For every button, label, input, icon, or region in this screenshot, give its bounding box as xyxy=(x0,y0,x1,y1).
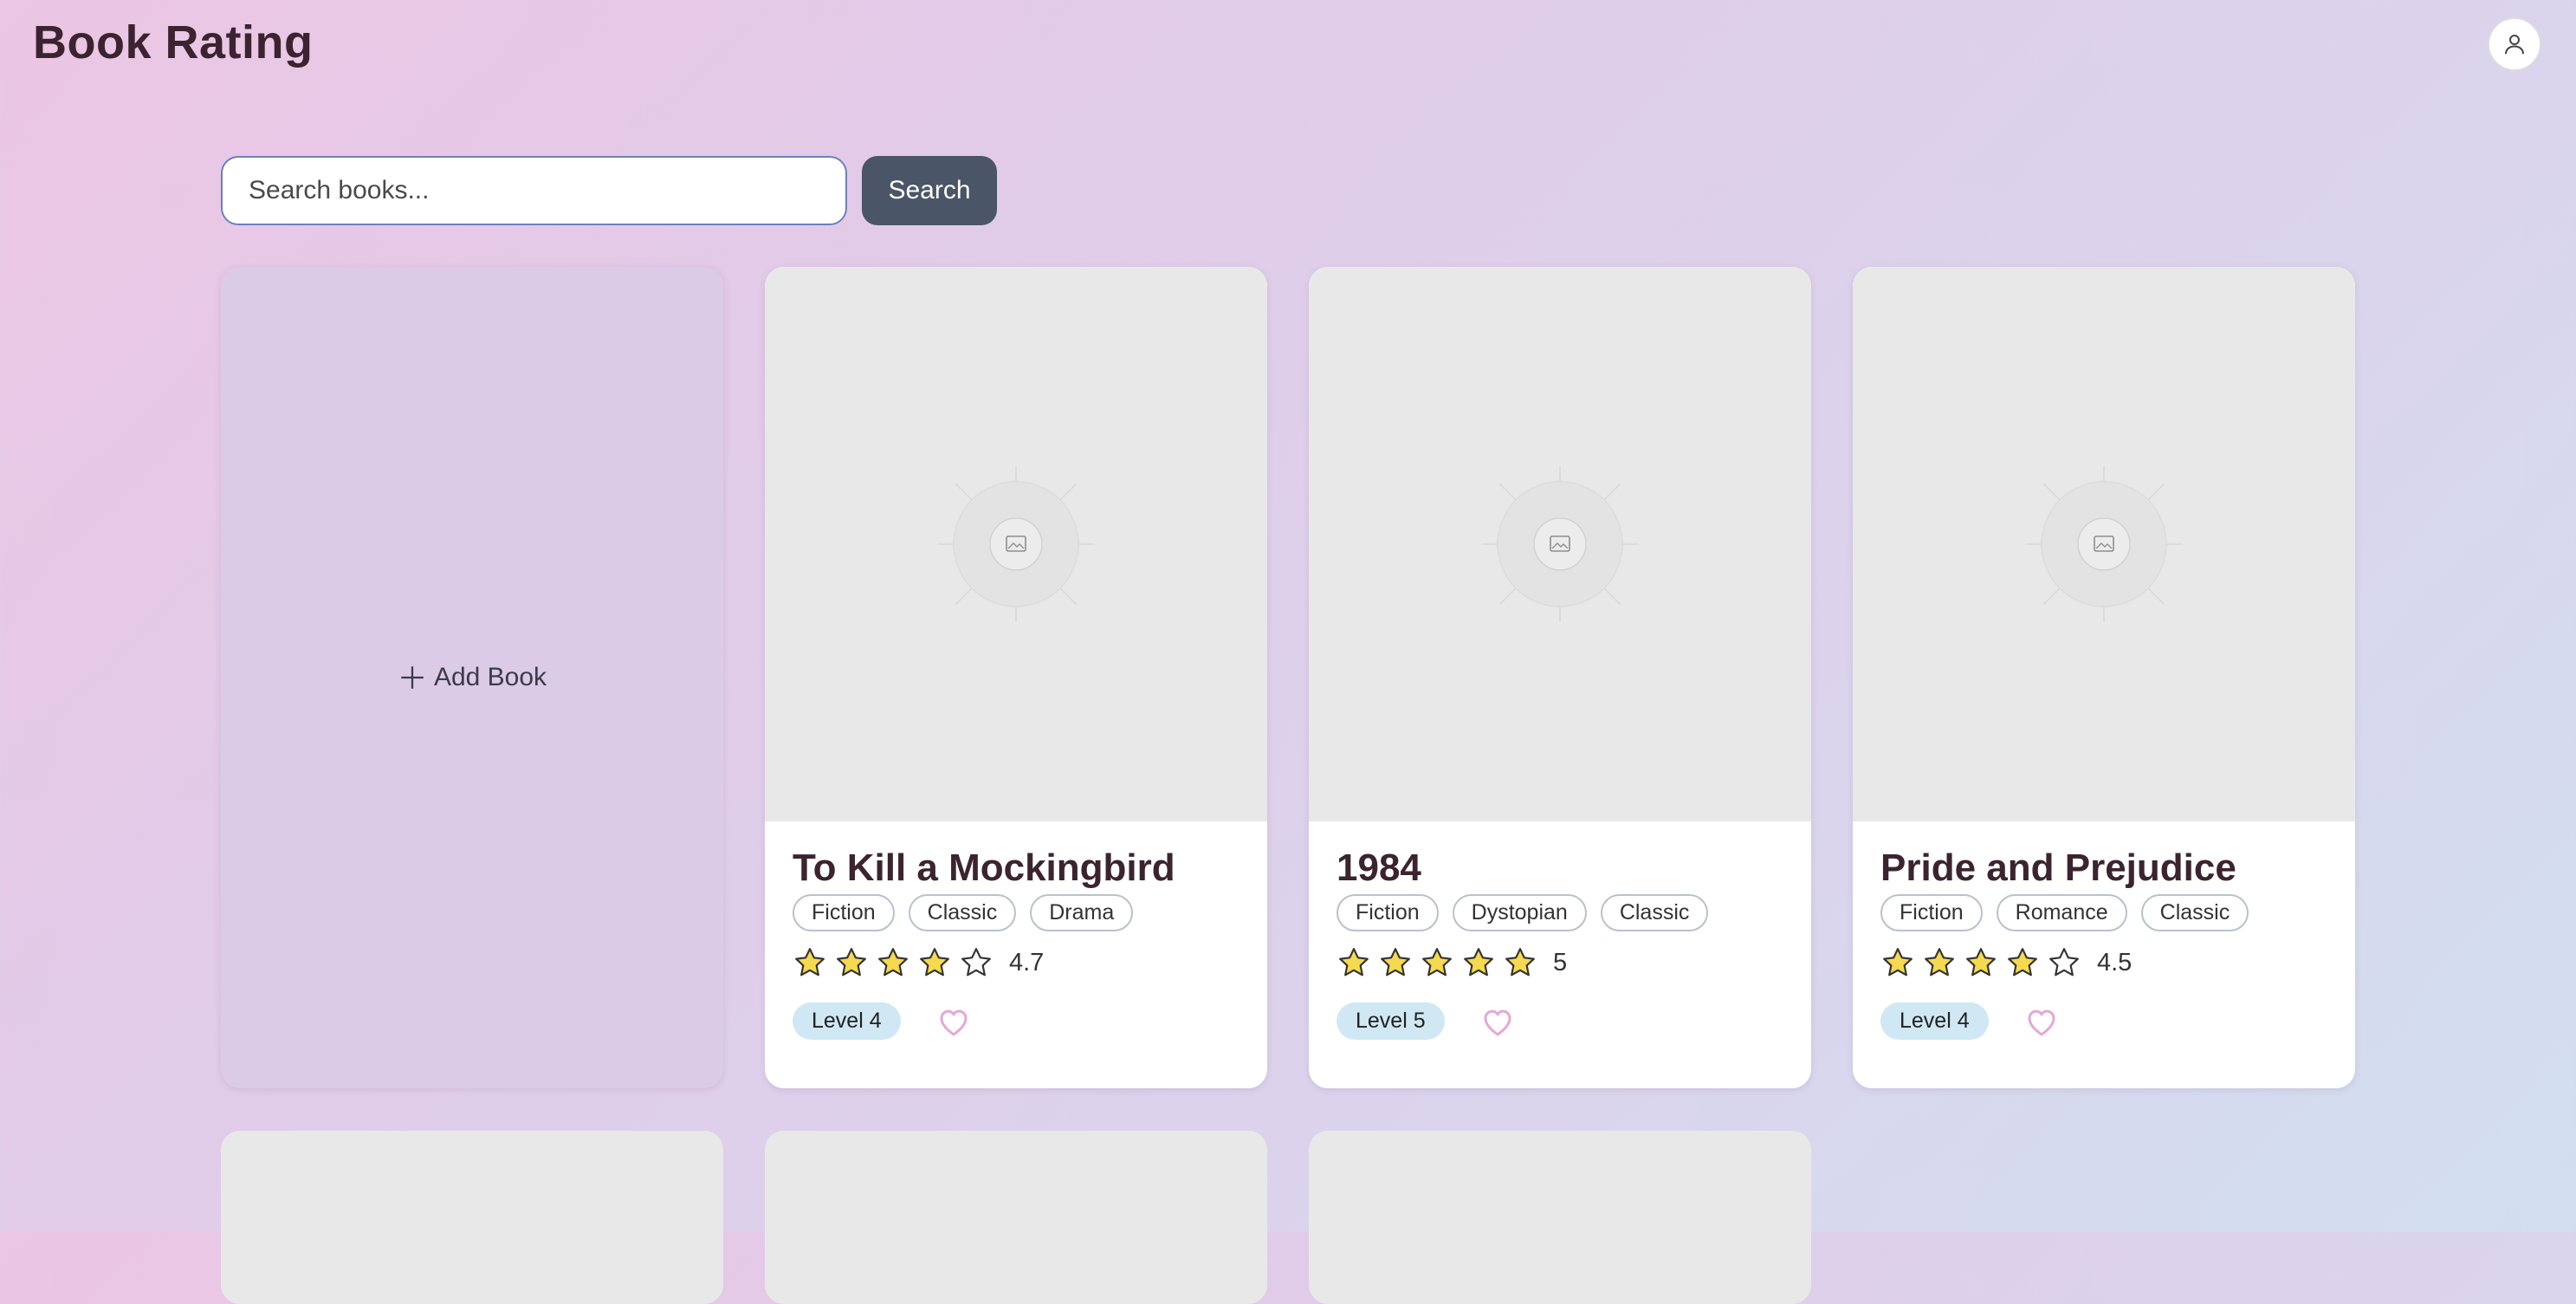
heart-icon[interactable] xyxy=(1479,1003,1516,1040)
star-empty-icon[interactable] xyxy=(2047,945,2081,980)
book-card[interactable]: 1984 Fiction Dystopian Classic 5 Level 5 xyxy=(1309,267,1811,1088)
genre-tag: Classic xyxy=(1600,894,1709,932)
genre-tag: Fiction xyxy=(1880,894,1983,932)
tag-list: Fiction Romance Classic xyxy=(1880,894,2327,932)
level-badge: Level 4 xyxy=(1880,1002,1989,1041)
add-book-card[interactable]: Add Book xyxy=(221,267,723,1088)
add-book-label: Add Book xyxy=(433,663,547,691)
book-card[interactable]: Pride and Prejudice Fiction Romance Classic… xyxy=(1853,267,2355,1088)
level-badge: Level 5 xyxy=(1337,1002,1445,1041)
plus-icon xyxy=(401,666,424,689)
image-placeholder-icon xyxy=(938,466,1094,622)
genre-tag: Romance xyxy=(1996,894,2127,932)
book-title: To Kill a Mockingbird xyxy=(793,847,1175,889)
image-placeholder-icon xyxy=(2026,466,2182,622)
star-filled-icon[interactable] xyxy=(834,945,869,980)
page-title: Book Rating xyxy=(33,16,314,68)
genre-tag: Classic xyxy=(2140,894,2249,932)
book-card[interactable]: To Kill a Mockingbird Fiction Classic Drama… xyxy=(765,267,1267,1088)
star-filled-icon[interactable] xyxy=(876,945,910,980)
book-cover xyxy=(1309,267,1811,821)
book-cover xyxy=(1853,267,2355,821)
rating-value: 4.7 xyxy=(1009,948,1045,976)
star-filled-icon[interactable] xyxy=(1420,945,1454,980)
tag-list: Fiction Dystopian Classic xyxy=(1337,894,1783,932)
star-filled-icon[interactable] xyxy=(1922,945,1957,980)
star-rating[interactable]: 4.5 xyxy=(1880,945,2327,980)
rating-value: 4.5 xyxy=(2097,948,2133,976)
star-rating[interactable]: 4.7 xyxy=(793,945,1239,980)
star-filled-icon[interactable] xyxy=(1378,945,1413,980)
genre-tag: Fiction xyxy=(1337,894,1439,932)
book-cover xyxy=(765,267,1267,821)
star-filled-icon[interactable] xyxy=(1461,945,1496,980)
heart-icon[interactable] xyxy=(935,1003,972,1040)
star-filled-icon[interactable] xyxy=(2005,945,2040,980)
book-card-partial[interactable] xyxy=(765,1131,1267,1304)
star-filled-icon[interactable] xyxy=(1503,945,1537,980)
star-filled-icon[interactable] xyxy=(1964,945,1998,980)
genre-tag: Classic xyxy=(908,894,1017,932)
level-badge: Level 4 xyxy=(793,1002,901,1041)
star-rating[interactable]: 5 xyxy=(1337,945,1783,980)
star-filled-icon[interactable] xyxy=(1337,945,1371,980)
heart-icon[interactable] xyxy=(2023,1003,2060,1040)
search-button[interactable]: Search xyxy=(862,156,997,225)
genre-tag: Fiction xyxy=(793,894,895,932)
book-title: Pride and Prejudice xyxy=(1880,847,2236,889)
star-filled-icon[interactable] xyxy=(793,945,827,980)
user-icon xyxy=(2505,35,2524,55)
search-input[interactable] xyxy=(221,156,847,225)
star-filled-icon[interactable] xyxy=(917,945,952,980)
star-empty-icon[interactable] xyxy=(959,945,994,980)
rating-value: 5 xyxy=(1553,948,1568,976)
genre-tag: Drama xyxy=(1030,894,1134,932)
genre-tag: Dystopian xyxy=(1452,894,1587,932)
book-card-partial[interactable] xyxy=(221,1131,723,1304)
book-title: 1984 xyxy=(1337,847,1421,889)
image-placeholder-icon xyxy=(1482,466,1638,622)
book-card-partial[interactable] xyxy=(1309,1131,1811,1304)
star-filled-icon[interactable] xyxy=(1880,945,1915,980)
tag-list: Fiction Classic Drama xyxy=(793,894,1239,932)
profile-button[interactable] xyxy=(2488,17,2541,71)
